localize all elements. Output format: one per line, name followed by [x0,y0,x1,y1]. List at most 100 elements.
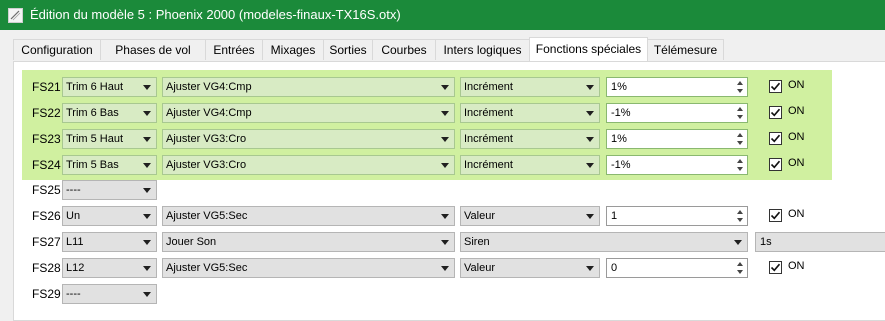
spin-up-icon[interactable] [737,81,743,85]
switch-select[interactable]: Trim 5 Haut [62,129,157,149]
function-value: Ajuster VG3:Cro [166,159,247,171]
chevron-down-icon [143,137,151,142]
repeat-value: 1s [760,236,772,248]
mode-select[interactable]: Valeur [460,258,600,278]
tab-sorties[interactable]: Sorties [323,39,373,60]
chevron-down-icon [441,240,449,245]
spin-up-icon[interactable] [737,133,743,137]
tab-configuration[interactable]: Configuration [13,39,101,60]
mode-select[interactable]: Incrément [460,155,600,175]
spin-down-icon[interactable] [737,141,743,145]
app-icon [8,8,23,23]
row-label: FS27 [32,235,61,249]
chevron-down-icon [586,266,594,271]
switch-select[interactable]: ---- [62,284,157,304]
enable-label: ON [788,157,805,169]
value-spinbox[interactable]: 1 [606,206,748,226]
chevron-down-icon [143,292,151,297]
spin-down-icon[interactable] [737,218,743,222]
spin-up-icon[interactable] [737,107,743,111]
mode-value: Valeur [464,262,495,274]
function-value: Ajuster VG5:Sec [166,210,248,222]
switch-select[interactable]: Trim 5 Bas [62,155,157,175]
spin-down-icon[interactable] [737,89,743,93]
chevron-down-icon [586,111,594,116]
tab-phases-de-vol[interactable]: Phases de vol [100,39,206,60]
enable-checkbox[interactable] [769,106,782,119]
switch-select[interactable]: ---- [62,180,157,200]
mode-value: Incrément [464,81,513,93]
value-spinbox[interactable]: 1% [606,77,748,97]
tab-entrees[interactable]: Entrées [205,39,263,60]
mode-value: Incrément [464,133,513,145]
enable-label: ON [788,131,805,143]
row-label: FS26 [32,209,61,223]
enable-checkbox[interactable] [769,209,782,222]
function-select[interactable]: Ajuster VG5:Sec [162,206,455,226]
value-spinbox[interactable]: 1% [606,129,748,149]
window-title: Édition du modèle 5 : Phoenix 2000 (mode… [30,7,401,22]
mode-select[interactable]: Valeur [460,206,600,226]
sound-select[interactable]: Siren [460,232,748,252]
row-label: FS21 [32,80,61,94]
enable-checkbox[interactable] [769,132,782,145]
chevron-down-icon [441,137,449,142]
function-select[interactable]: Ajuster VG4:Cmp [162,77,455,97]
chevron-down-icon [586,163,594,168]
tab-inters-logiques[interactable]: Inters logiques [435,39,530,60]
tab-mixages[interactable]: Mixages [262,39,324,60]
spin-up-icon[interactable] [737,210,743,214]
spin-down-icon[interactable] [737,115,743,119]
enable-checkbox[interactable] [769,261,782,274]
mode-select[interactable]: Incrément [460,129,600,149]
function-value: Ajuster VG4:Cmp [166,107,252,119]
value-spinbox[interactable]: -1% [606,155,748,175]
value-spinbox[interactable]: 0 [606,258,748,278]
function-select[interactable]: Ajuster VG4:Cmp [162,103,455,123]
mode-select[interactable]: Incrément [460,77,600,97]
row-label: FS22 [32,106,61,120]
title-bar: Édition du modèle 5 : Phoenix 2000 (mode… [0,0,885,30]
repeat-field[interactable]: 1s [755,232,885,252]
switch-select[interactable]: Trim 6 Haut [62,77,157,97]
enable-label: ON [788,79,805,91]
enable-checkbox[interactable] [769,158,782,171]
enable-checkbox[interactable] [769,80,782,93]
chevron-down-icon [143,188,151,193]
spin-down-icon[interactable] [737,270,743,274]
mode-select[interactable]: Incrément [460,103,600,123]
value-spinbox[interactable]: -1% [606,103,748,123]
tab-telemesure[interactable]: Télémesure [647,39,724,60]
function-select[interactable]: Jouer Son [162,232,455,252]
switch-value: ---- [66,184,81,196]
tab-courbes[interactable]: Courbes [372,39,436,60]
function-select[interactable]: Ajuster VG3:Cro [162,155,455,175]
function-select[interactable]: Ajuster VG5:Sec [162,258,455,278]
tab-bar: Configuration Phases de vol Entrées Mixa… [13,37,885,61]
spin-down-icon[interactable] [737,167,743,171]
chevron-down-icon [143,240,151,245]
chevron-down-icon [143,85,151,90]
switch-select[interactable]: L12 [62,258,157,278]
value-text: 1% [611,133,627,145]
chevron-down-icon [586,214,594,219]
chevron-down-icon [441,111,449,116]
chevron-down-icon [734,240,742,245]
spin-up-icon[interactable] [737,262,743,266]
switch-value: L12 [66,262,85,274]
chevron-down-icon [586,85,594,90]
row-label: FS29 [32,287,61,301]
switch-select[interactable]: Trim 6 Bas [62,103,157,123]
function-select[interactable]: Ajuster VG3:Cro [162,129,455,149]
row-label: FS24 [32,158,61,172]
function-value: Ajuster VG4:Cmp [166,81,252,93]
switch-select[interactable]: L11 [62,232,157,252]
function-value: Ajuster VG3:Cro [166,133,247,145]
spin-up-icon[interactable] [737,159,743,163]
row-label: FS25 [32,183,61,197]
enable-label: ON [788,260,805,272]
chevron-down-icon [441,214,449,219]
switch-select[interactable]: Un [62,206,157,226]
tab-fonctions-speciales[interactable]: Fonctions spéciales [529,37,648,61]
mode-value: Valeur [464,210,495,222]
